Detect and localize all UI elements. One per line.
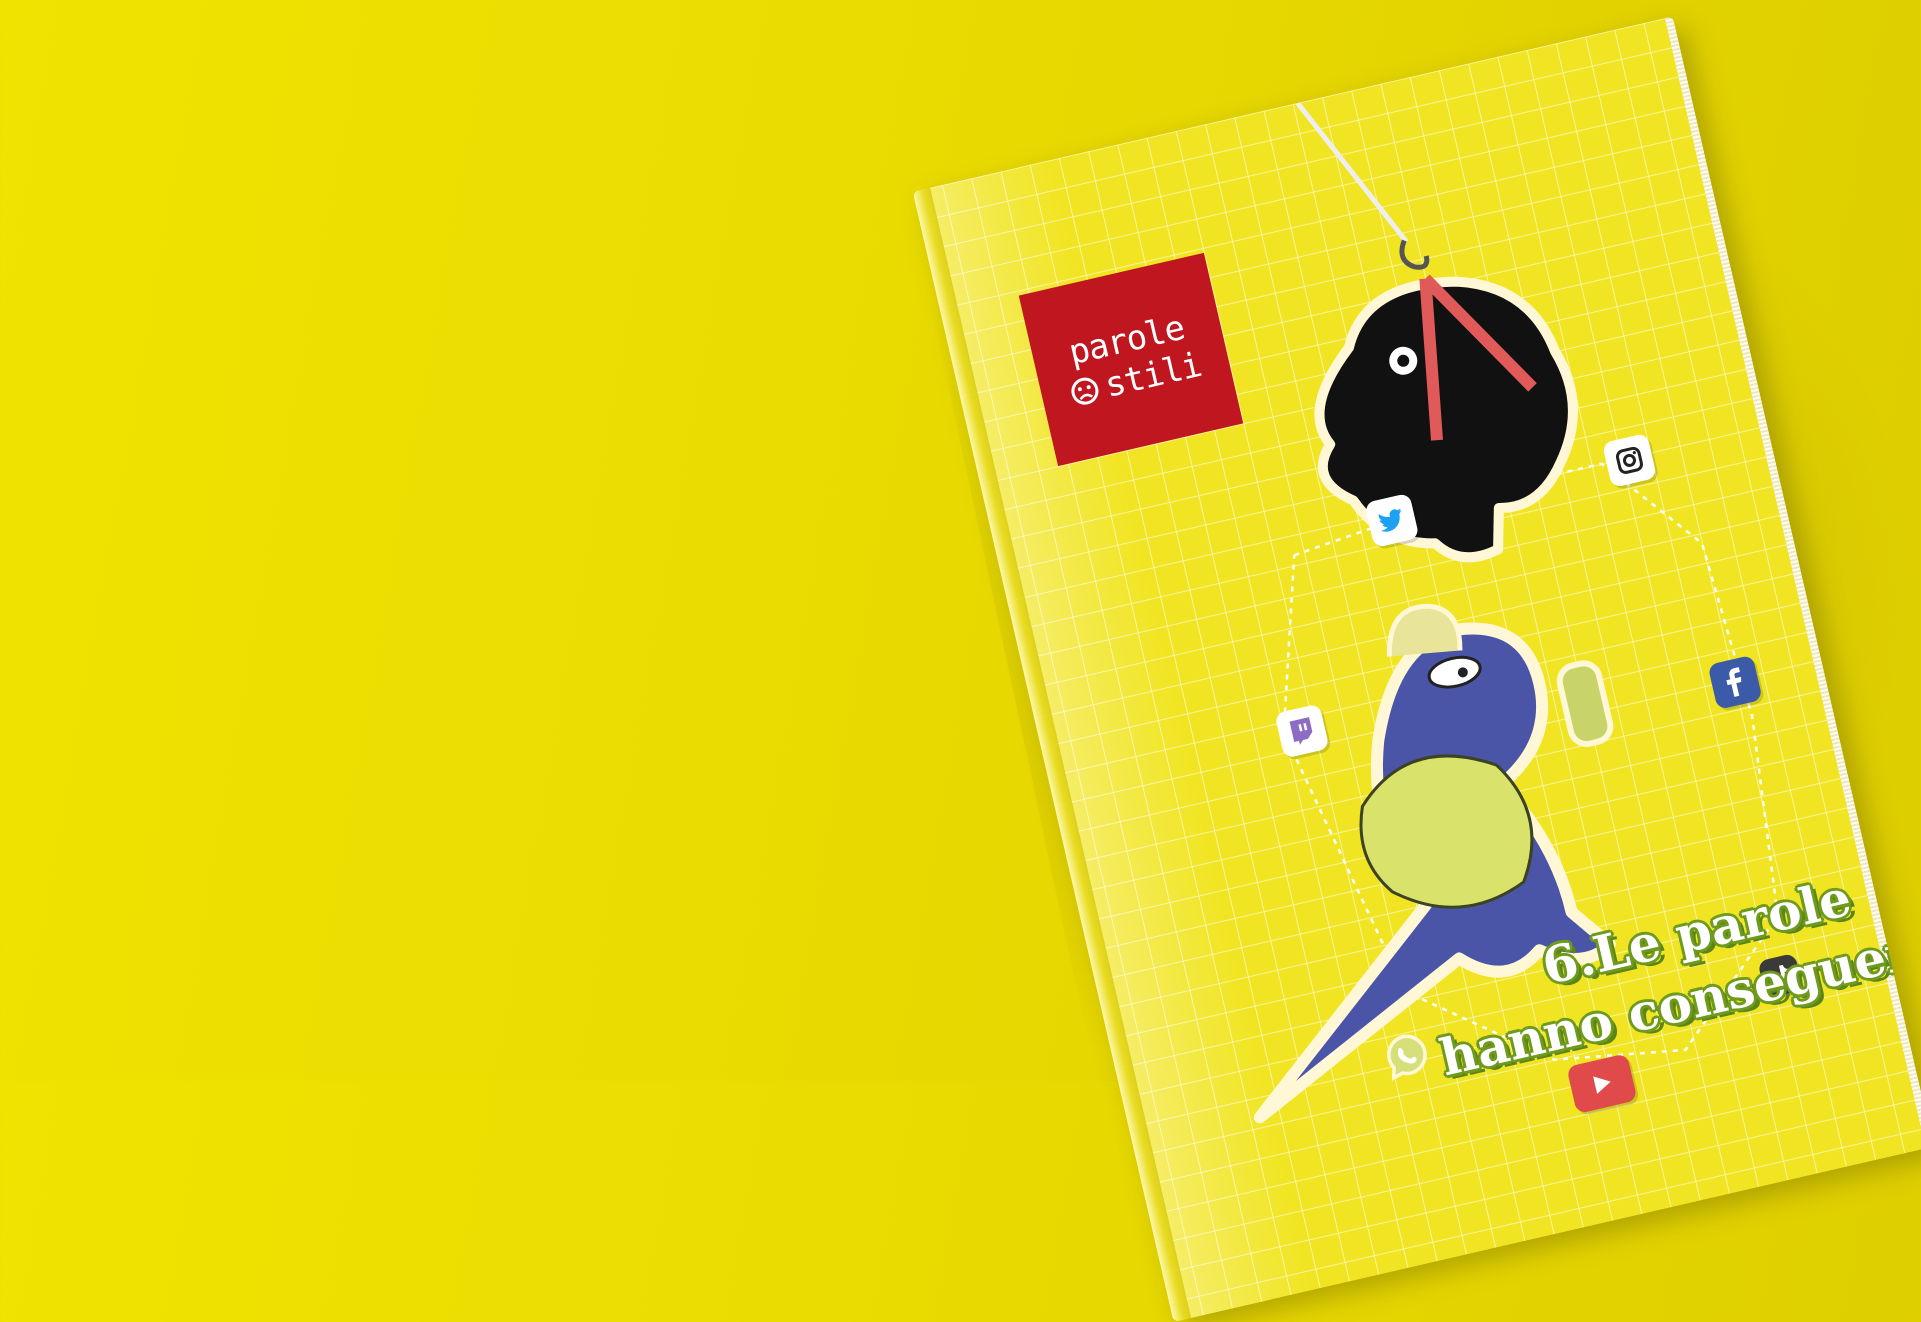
black-monster-illustration <box>1314 274 1578 563</box>
whatsapp-icon <box>1380 1028 1435 1083</box>
crane-hook-icon <box>1399 239 1430 270</box>
crane-rope <box>1295 101 1409 244</box>
